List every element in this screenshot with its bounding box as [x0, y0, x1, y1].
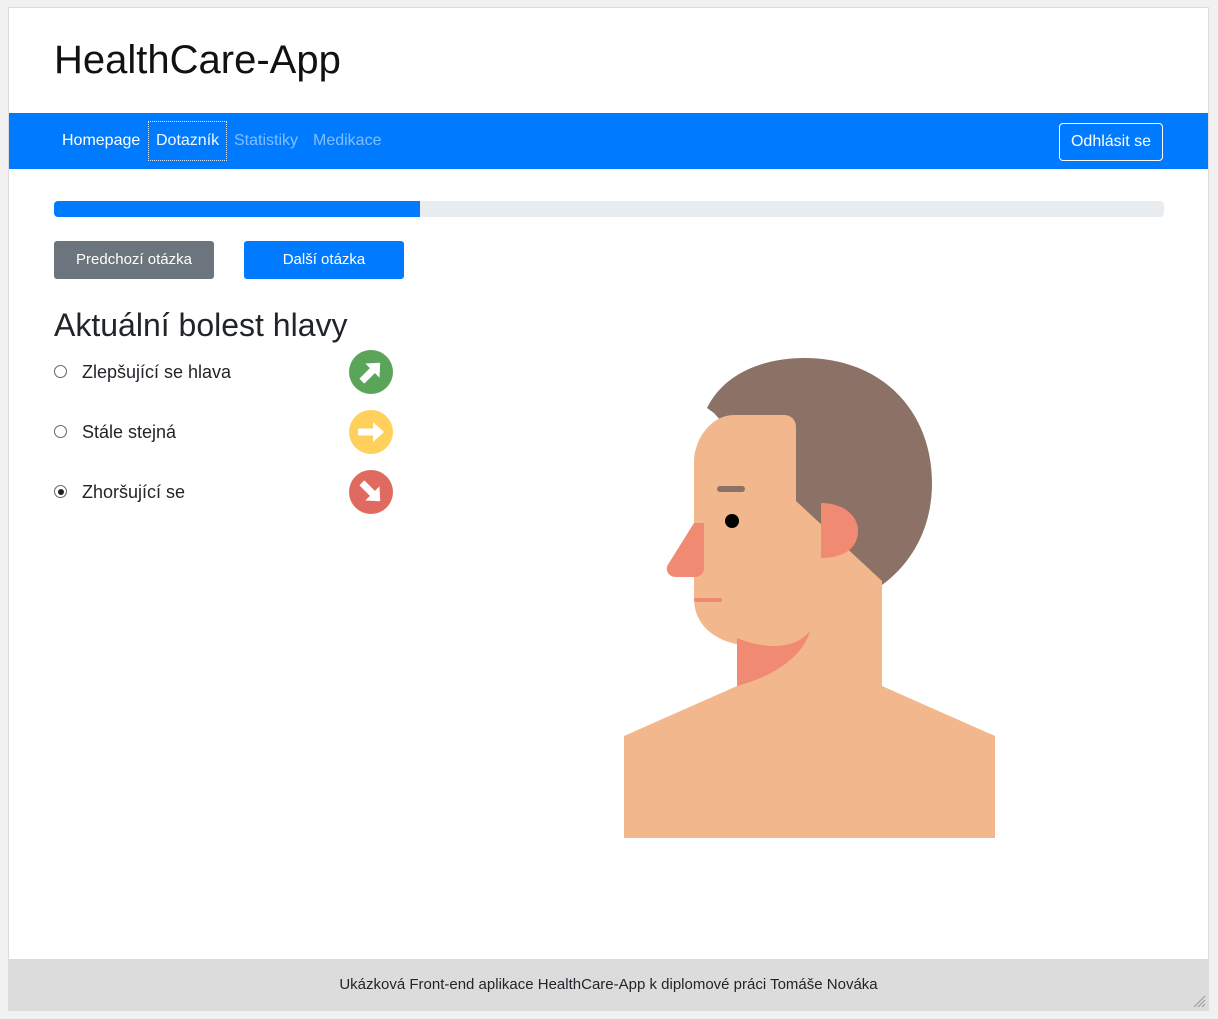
main-navbar: Homepage Dotazník Statistiky Medikace Od…	[9, 113, 1208, 169]
page-footer: Ukázková Front-end aplikace HealthCare-A…	[9, 959, 1208, 1010]
arrow-right-icon	[349, 410, 393, 454]
next-question-button[interactable]: Další otázka	[244, 241, 404, 279]
app-window: HealthCare-App Homepage Dotazník Statist…	[8, 7, 1209, 1011]
app-title: HealthCare-App	[54, 38, 341, 82]
radio-improving[interactable]	[54, 365, 67, 378]
questionnaire-progress	[54, 201, 1164, 217]
previous-question-button[interactable]: Predchozí otázka	[54, 241, 214, 279]
option-label-improving[interactable]: Zlepšující se hlava	[82, 360, 231, 384]
answer-option-improving[interactable]: Zlepšující se hlava	[54, 350, 399, 406]
nav-item-homepage[interactable]: Homepage	[54, 121, 148, 161]
head-profile-illustration	[624, 358, 995, 838]
logout-button[interactable]: Odhlásit se	[1059, 123, 1163, 161]
nav-item-dotaznik[interactable]: Dotazník	[148, 121, 228, 161]
footer-text: Ukázková Front-end aplikace HealthCare-A…	[339, 976, 878, 993]
answer-option-same[interactable]: Stále stejná	[54, 410, 399, 466]
question-title: Aktuální bolest hlavy	[54, 307, 348, 343]
progress-bar-fill	[54, 201, 421, 217]
arrow-up-right-icon	[349, 350, 393, 394]
arrow-down-right-icon	[349, 470, 393, 514]
nav-item-statistiky[interactable]: Statistiky	[226, 121, 306, 161]
nav-item-medikace[interactable]: Medikace	[305, 121, 389, 161]
resize-grip-icon[interactable]	[1192, 994, 1206, 1008]
option-label-same[interactable]: Stále stejná	[82, 420, 176, 444]
answer-option-worsening[interactable]: Zhoršující se	[54, 470, 399, 526]
radio-same[interactable]	[54, 425, 67, 438]
radio-worsening[interactable]	[54, 485, 67, 498]
option-label-worsening[interactable]: Zhoršující se	[82, 480, 185, 504]
app-header: HealthCare-App	[9, 8, 1208, 113]
